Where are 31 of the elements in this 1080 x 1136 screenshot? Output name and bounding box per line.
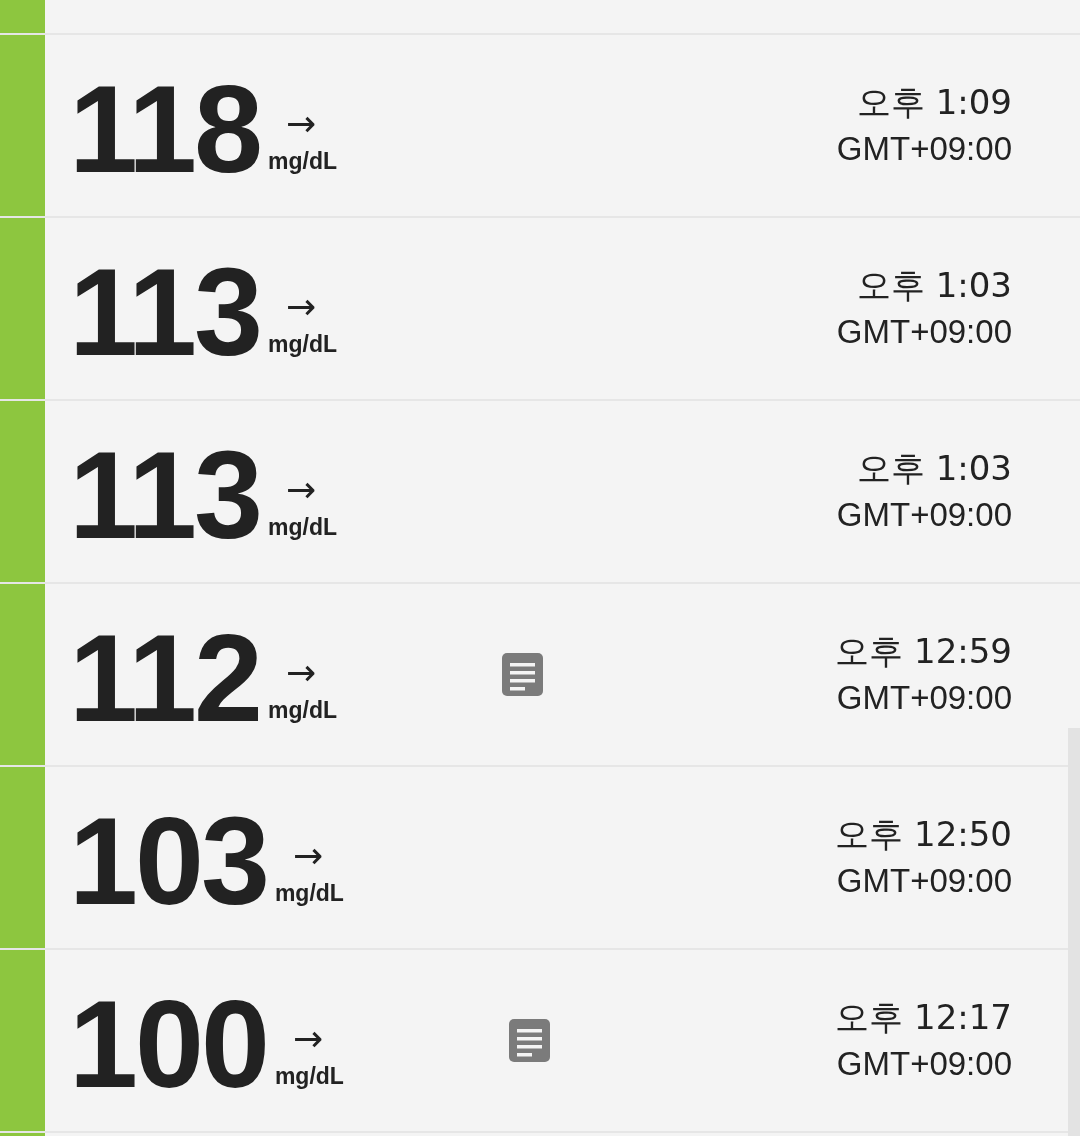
timezone-label: GMT+09:00	[836, 680, 1012, 717]
reading-time: 오후 1:03	[856, 266, 1012, 305]
unit-label: mg/dL	[274, 1063, 344, 1090]
unit-label: mg/dL	[268, 514, 338, 541]
unit-label: mg/dL	[268, 697, 338, 724]
trend-arrow: →	[286, 472, 317, 508]
glucose-value: 113	[69, 249, 261, 374]
unit-label: mg/dL	[268, 331, 338, 358]
reading-time: 오후 12:59	[835, 632, 1012, 671]
trend-arrow: →	[286, 655, 317, 691]
timezone-label: GMT+09:00	[836, 497, 1012, 534]
unit-label: mg/dL	[268, 148, 338, 175]
glucose-value: 113	[69, 432, 261, 557]
trend-arrow: →	[292, 838, 324, 874]
timezone-label: GMT+09:00	[836, 314, 1012, 351]
glucose-value: 118	[69, 66, 261, 191]
timezone-label: GMT+09:00	[836, 1046, 1012, 1083]
reading-time: 오후 12:17	[835, 998, 1012, 1037]
status-stripe	[0, 0, 45, 33]
glucose-value: 100	[69, 981, 267, 1106]
timezone-label: GMT+09:00	[836, 131, 1012, 168]
reading-time: 오후 1:03	[856, 449, 1012, 488]
glucose-value: 103	[69, 798, 267, 923]
trend-arrow: →	[286, 106, 317, 142]
glucose-value: 112	[69, 615, 261, 740]
trend-arrow: →	[292, 1021, 324, 1057]
reading-time: 오후 1:09	[856, 83, 1012, 122]
trend-arrow: →	[286, 289, 317, 325]
unit-label: mg/dL	[274, 880, 344, 907]
reading-time: 오후 12:50	[835, 815, 1012, 854]
timezone-label: GMT+09:00	[836, 863, 1012, 900]
